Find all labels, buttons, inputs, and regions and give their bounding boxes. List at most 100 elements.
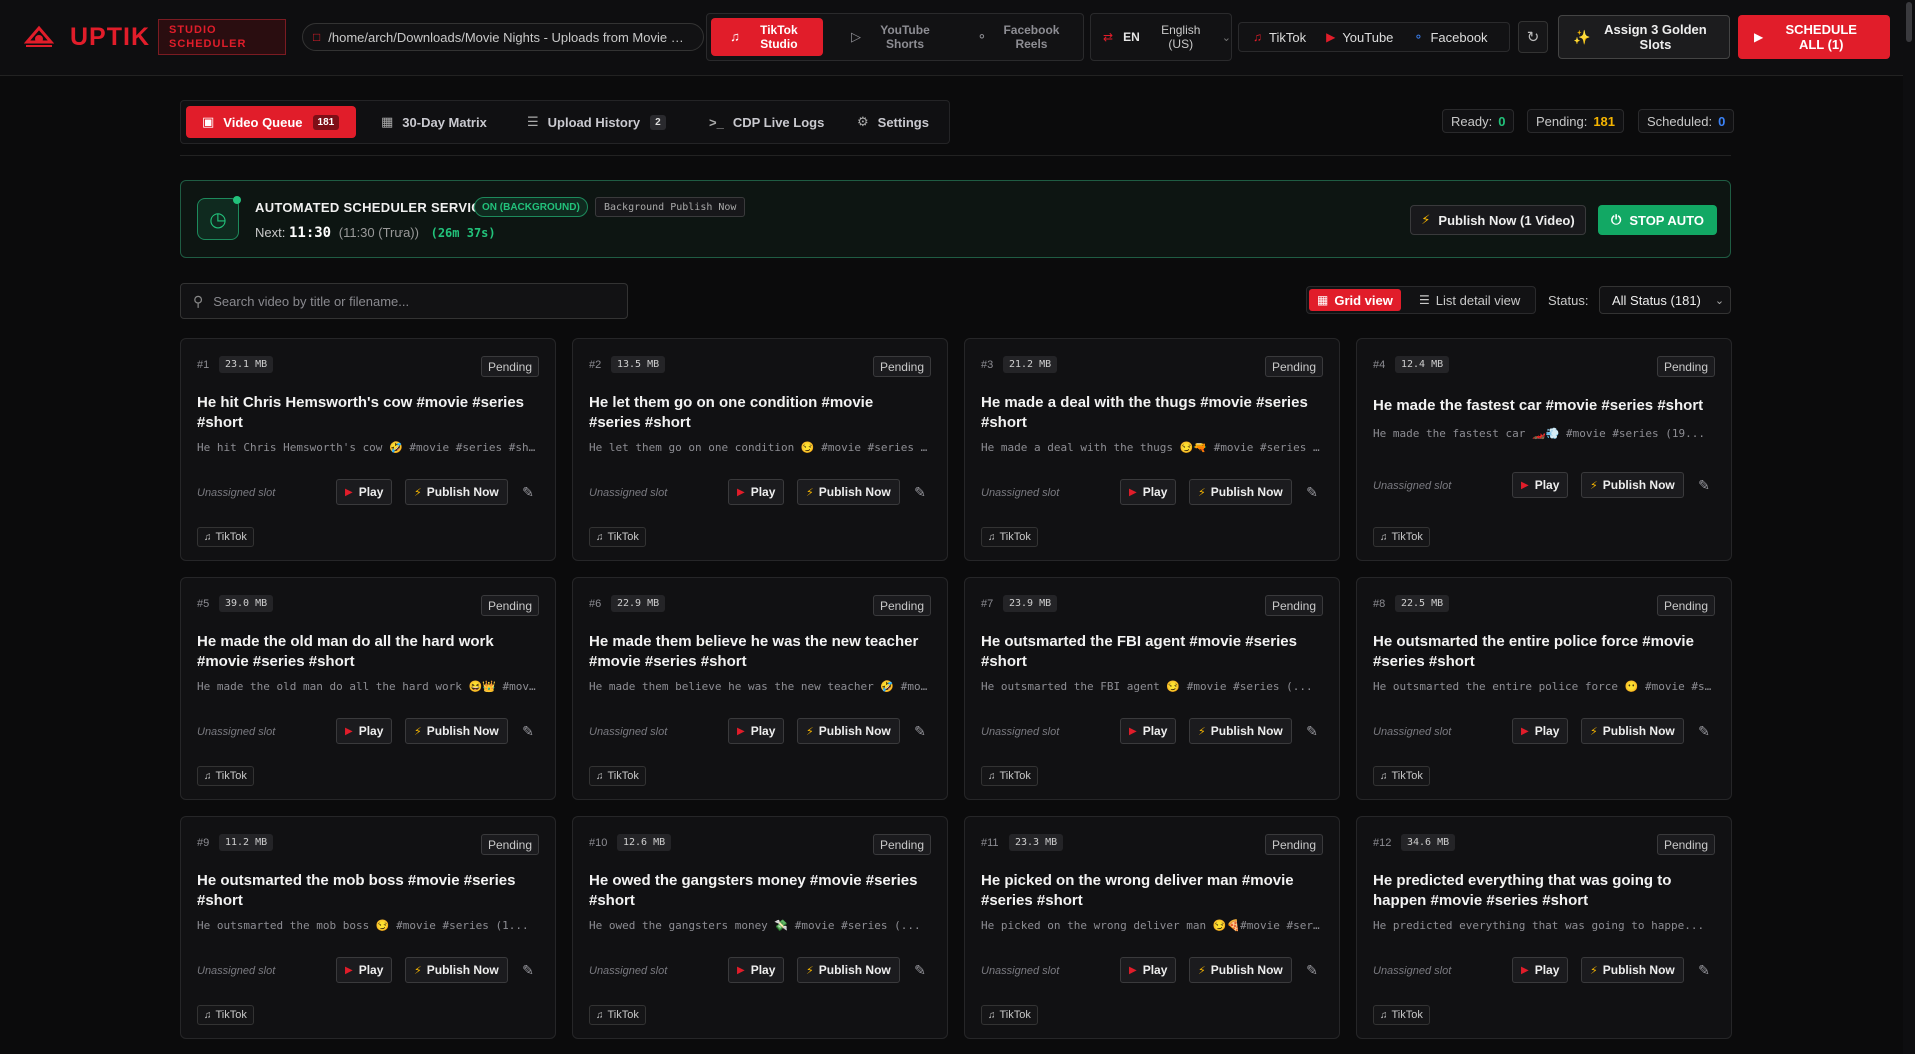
stat-label: Scheduled:	[1647, 113, 1713, 129]
mode-tiktok-studio[interactable]: ♫ TikTok Studio	[711, 18, 823, 56]
tab-label: Video Queue	[223, 114, 303, 130]
video-title[interactable]: He outsmarted the FBI agent #movie #seri…	[981, 630, 1321, 674]
edit-icon[interactable]: ✎	[911, 722, 929, 740]
play-button[interactable]: ▶ Play	[336, 957, 393, 983]
video-index: #4	[1373, 359, 1386, 371]
publish-now-button[interactable]: ⚡ Publish Now	[1581, 957, 1684, 983]
video-title[interactable]: He let them go on one condition #movie #…	[589, 391, 929, 435]
publish-now-button[interactable]: ⚡ Publish Now	[1189, 479, 1292, 505]
video-title[interactable]: He owed the gangsters money #movie #seri…	[589, 869, 929, 913]
tiktok-icon: ♫	[204, 1009, 212, 1021]
platform-links: ♫ TikTok ▶ YouTube ⚬ Facebook	[1238, 22, 1510, 52]
mode-youtube-shorts[interactable]: ▷ YouTube Shorts	[833, 18, 953, 56]
publish-now-button[interactable]: ⚡ Publish Now	[405, 479, 508, 505]
play-button[interactable]: ▶ Play	[336, 718, 393, 744]
video-title[interactable]: He made a deal with the thugs #movie #se…	[981, 391, 1321, 435]
edit-icon[interactable]: ✎	[911, 483, 929, 501]
edit-icon[interactable]: ✎	[519, 961, 537, 979]
platform-tag: ♫ TikTok	[197, 1005, 254, 1025]
video-title[interactable]: He outsmarted the mob boss #movie #serie…	[197, 869, 537, 913]
edit-icon[interactable]: ✎	[1303, 961, 1321, 979]
link-tiktok[interactable]: ♫ TikTok	[1253, 30, 1306, 45]
edit-icon[interactable]: ✎	[1695, 722, 1713, 740]
play-label: Play	[1142, 485, 1168, 499]
publish-now-button[interactable]: ⚡ Publish Now	[1581, 718, 1684, 744]
refresh-button[interactable]: ↻	[1518, 21, 1548, 53]
stat-label: Pending:	[1536, 113, 1588, 129]
assign-golden-slots-button[interactable]: ✨ Assign 3 Golden Slots	[1558, 15, 1730, 59]
play-button[interactable]: ▶ Play	[1120, 957, 1177, 983]
video-description: He made them believe he was the new teac…	[589, 680, 929, 693]
play-button[interactable]: ▶ Play	[728, 479, 785, 505]
gear-icon: ⚙	[857, 114, 869, 129]
play-label: Play	[358, 485, 384, 499]
status-filter-select[interactable]: All Status (181) ⌄	[1599, 286, 1731, 314]
grid-view-button[interactable]: ▦ Grid view	[1309, 289, 1401, 311]
tab-upload-history[interactable]: ☰ Upload History 2	[527, 106, 666, 138]
video-title-text: He outsmarted the FBI agent #movie #seri…	[981, 633, 1297, 670]
play-button[interactable]: ▶ Play	[1512, 718, 1569, 744]
status-badge: Pending	[1264, 595, 1323, 616]
play-button[interactable]: ▶ Play	[1120, 479, 1177, 505]
video-title[interactable]: He outsmarted the entire police force #m…	[1373, 630, 1713, 674]
edit-icon[interactable]: ✎	[519, 483, 537, 501]
video-title-text: He made the fastest car #movie #series #…	[1373, 397, 1704, 414]
edit-icon[interactable]: ✎	[1695, 961, 1713, 979]
tab-count: 181	[312, 114, 340, 130]
schedule-all-button[interactable]: ▶ SCHEDULE ALL (1)	[1738, 15, 1890, 59]
stat-ready: Ready: 0	[1442, 109, 1515, 133]
tab-cdp-live-logs[interactable]: >_ CDP Live Logs	[709, 106, 824, 138]
scrollbar-thumb[interactable]	[1906, 2, 1912, 42]
video-title-text: He picked on the wrong deliver man #movi…	[981, 872, 1294, 909]
page-scrollbar[interactable]	[1903, 0, 1915, 1054]
video-card: #7 23.9 MB Pending He outsmarted the FBI…	[964, 577, 1340, 800]
video-title[interactable]: He predicted everything that was going t…	[1373, 869, 1713, 913]
list-view-button[interactable]: ☰ List detail view	[1411, 289, 1528, 311]
edit-icon[interactable]: ✎	[911, 961, 929, 979]
video-title[interactable]: He made the fastest car #movie #series #…	[1373, 391, 1713, 421]
play-button[interactable]: ▶ Play	[1512, 957, 1569, 983]
play-button[interactable]: ▶ Play	[336, 479, 393, 505]
edit-icon[interactable]: ✎	[1303, 483, 1321, 501]
video-title[interactable]: He made them believe he was the new teac…	[589, 630, 929, 674]
app-logo: UPTIK	[22, 18, 150, 56]
video-index: #5	[197, 598, 210, 610]
folder-path[interactable]: □ /home/arch/Downloads/Movie Nights - Up…	[302, 23, 704, 51]
translate-icon: ⇄	[1103, 30, 1114, 44]
stop-auto-button[interactable]: ⏻ STOP AUTO	[1598, 205, 1717, 235]
file-size-badge: 34.6 MB	[1401, 834, 1456, 851]
language-select[interactable]: ⇄ EN English (US) ⌄	[1090, 13, 1232, 61]
publish-now-button[interactable]: ⚡ Publish Now	[1189, 957, 1292, 983]
play-icon: ▶	[1521, 725, 1529, 737]
play-button[interactable]: ▶ Play	[728, 957, 785, 983]
video-index: #6	[589, 598, 602, 610]
edit-icon[interactable]: ✎	[1303, 722, 1321, 740]
video-card: #4 12.4 MB Pending He made the fastest c…	[1356, 338, 1732, 561]
publish-now-button[interactable]: ⚡ Publish Now	[797, 479, 900, 505]
tab-30-day-matrix[interactable]: ▦ 30-Day Matrix	[381, 106, 487, 138]
play-button[interactable]: ▶ Play	[1120, 718, 1177, 744]
search-input[interactable]	[213, 293, 614, 309]
play-button[interactable]: ▶ Play	[1512, 472, 1569, 498]
tab-video-queue[interactable]: ▣ Video Queue 181	[186, 106, 356, 138]
publish-now-button[interactable]: ⚡ Publish Now	[797, 718, 900, 744]
publish-now-button[interactable]: ⚡ Publish Now	[405, 957, 508, 983]
edit-icon[interactable]: ✎	[1695, 476, 1713, 494]
video-title[interactable]: He made the old man do all the hard work…	[197, 630, 537, 674]
link-facebook[interactable]: ⚬ Facebook	[1413, 30, 1487, 45]
lightning-icon: ⚡	[414, 964, 422, 977]
tab-settings[interactable]: ⚙ Settings	[857, 106, 929, 138]
play-button[interactable]: ▶ Play	[728, 718, 785, 744]
edit-icon[interactable]: ✎	[519, 722, 537, 740]
publish-now-button[interactable]: ⚡ Publish Now	[1581, 472, 1684, 498]
video-title[interactable]: He picked on the wrong deliver man #movi…	[981, 869, 1321, 913]
video-title[interactable]: He hit Chris Hemsworth's cow #movie #ser…	[197, 391, 537, 435]
publish-now-button[interactable]: ⚡ Publish Now	[405, 718, 508, 744]
link-youtube[interactable]: ▶ YouTube	[1326, 30, 1393, 45]
mode-facebook-reels[interactable]: ⚬ Facebook Reels	[959, 18, 1079, 56]
publish-now-button[interactable]: ⚡ Publish Now (1 Video)	[1410, 205, 1586, 235]
publish-now-button[interactable]: ⚡ Publish Now	[1189, 718, 1292, 744]
publish-now-button[interactable]: ⚡ Publish Now	[797, 957, 900, 983]
search-icon: ⚲	[193, 292, 204, 309]
lightning-icon: ⚡	[1590, 479, 1598, 492]
